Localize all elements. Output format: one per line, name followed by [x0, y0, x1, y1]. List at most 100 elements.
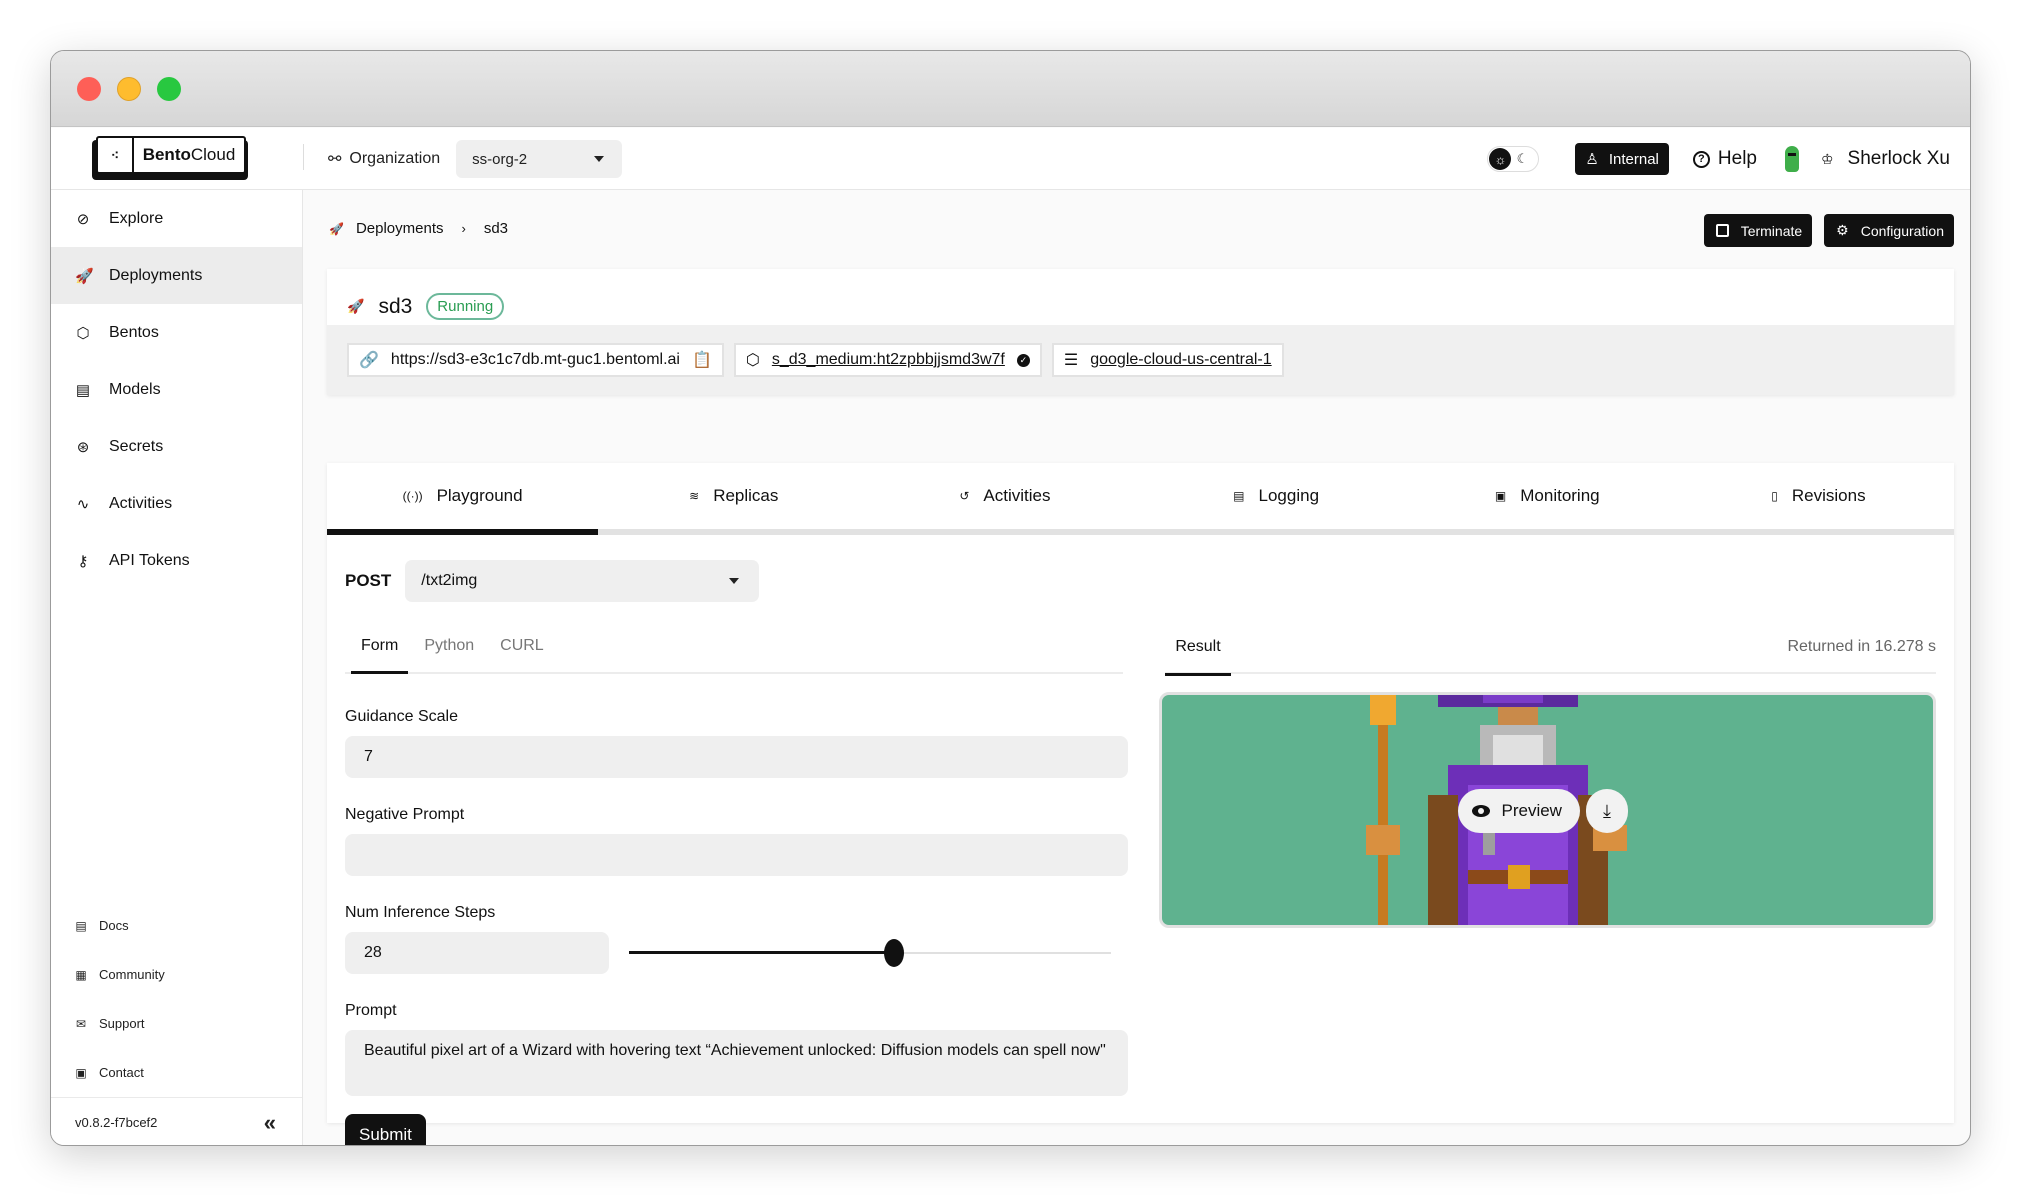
logo-text: Bento Cloud [134, 136, 246, 174]
sidebar-link-community[interactable]: ▦ Community [51, 950, 302, 999]
stop-icon [1715, 224, 1729, 237]
sidebar-link-docs[interactable]: ▤ Docs [51, 901, 302, 950]
broadcast-icon: ((·)) [402, 489, 423, 503]
bento-link[interactable]: s_d3_medium:ht2zpbbjjsmd3w7f [772, 351, 1005, 369]
download-button[interactable]: ⤓ [1585, 789, 1628, 833]
result-image[interactable]: Preview ⤓ [1159, 692, 1936, 928]
deployment-tabs: ((·)) Playground ≋ Replicas ↺ Activities ▤ Logg… [327, 463, 1954, 535]
organization-label: Organization [349, 150, 441, 167]
negative-prompt-input[interactable] [345, 834, 1128, 876]
sidebar-item-secrets[interactable]: ⊛ Secrets [51, 418, 302, 475]
cluster-chip[interactable]: ☰ google-cloud-us-central-1 [1051, 343, 1284, 377]
sidebar-item-bentos[interactable]: ⬡ Bentos [51, 304, 302, 361]
guidance-scale-input[interactable]: 7 [345, 736, 1128, 778]
sidebar-item-explore[interactable]: ⊘ Explore [51, 190, 302, 247]
preview-button[interactable]: Preview [1457, 789, 1580, 833]
contact-icon: ▣ [75, 1065, 87, 1080]
endpoint-select[interactable]: /txt2img [405, 560, 760, 602]
input-tabs: Form Python CURL [345, 620, 1123, 674]
moon-icon[interactable]: ☾ [1511, 148, 1533, 170]
caret-down-icon [729, 578, 740, 584]
logo-mark-icon: ⁖ [96, 136, 134, 174]
sidebar-link-contact[interactable]: ▣ Contact [51, 1048, 302, 1097]
sidebar-item-activities[interactable]: ∿ Activities [51, 475, 302, 532]
sidebar-item-models[interactable]: ▤ Models [51, 361, 302, 418]
num-inference-steps-slider[interactable] [629, 939, 1111, 967]
input-tab-python[interactable]: Python [414, 620, 490, 672]
sidebar-item-deployments[interactable]: 🚀 Deployments [51, 247, 302, 304]
terminate-button[interactable]: Terminate [1703, 214, 1813, 247]
prompt-label: Prompt [345, 1002, 397, 1019]
tab-replicas[interactable]: ≋ Replicas [598, 463, 869, 529]
copy-icon[interactable]: 📋 [692, 350, 712, 370]
organization-icon: ⚯ [328, 151, 342, 168]
endpoint-value: /txt2img [421, 572, 478, 589]
document-icon: ▤ [75, 918, 87, 933]
sidebar-item-api-tokens[interactable]: ⚷ API Tokens [51, 532, 302, 589]
tab-playground[interactable]: ((·)) Playground [327, 463, 599, 535]
endpoint-url-chip[interactable]: 🔗 https://sd3-e3c1c7db.mt-guc1.bentoml.a… [347, 343, 724, 377]
bento-chip[interactable]: ⬡ s_d3_medium:ht2zpbbjjsmd3w7f ✓ [733, 343, 1042, 377]
num-inference-steps-input[interactable]: 28 [345, 932, 609, 974]
image-actions: Preview ⤓ [1457, 789, 1628, 833]
http-method: POST [345, 571, 392, 590]
tab-activities[interactable]: ↺ Activities [869, 463, 1140, 529]
user-name: Sherlock Xu [1847, 148, 1950, 169]
input-tab-form[interactable]: Form [351, 620, 414, 674]
breadcrumb-deployments[interactable]: Deployments [356, 220, 444, 237]
version-label: v0.8.2-f7bcef2 [75, 1115, 158, 1130]
slider-thumb[interactable] [884, 939, 905, 967]
deployment-name: sd3 [378, 294, 413, 318]
tab-revisions[interactable]: ▯ Revisions [1683, 463, 1954, 529]
result-tab[interactable]: Result [1165, 620, 1231, 676]
tab-monitoring[interactable]: ▣ Monitoring [1412, 463, 1683, 529]
deployment-meta: 🔗 https://sd3-e3c1c7db.mt-guc1.bentoml.a… [327, 325, 1954, 395]
server-icon: ☰ [1063, 352, 1079, 369]
sidebar-item-label: Secrets [109, 437, 164, 455]
log-icon: ▤ [1233, 489, 1245, 503]
gear-icon: ⚙ [1836, 222, 1849, 238]
organization-value: ss-org-2 [472, 150, 528, 168]
zoom-window-button[interactable] [157, 77, 181, 101]
verified-icon: ✓ [1016, 353, 1030, 367]
bentocloud-logo[interactable]: ⁖ Bento Cloud [92, 136, 248, 180]
avatar[interactable] [1784, 146, 1799, 172]
endpoint-url[interactable]: https://sd3-e3c1c7db.mt-guc1.bentoml.ai [391, 351, 680, 369]
sidebar-link-support[interactable]: ✉ Support [51, 999, 302, 1048]
tab-label: Playground [436, 486, 523, 505]
sidebar-link-label: Contact [99, 1065, 144, 1080]
playground-card: ((·)) Playground ≋ Replicas ↺ Activities ▤ Logg… [327, 463, 1954, 1145]
theme-toggle[interactable]: ☼ ☾ [1487, 146, 1540, 172]
sun-icon[interactable]: ☼ [1489, 148, 1512, 170]
negative-prompt-label: Negative Prompt [345, 806, 465, 823]
rocket-icon: 🚀 [347, 298, 365, 314]
key-icon: ⚷ [77, 552, 89, 570]
help-link[interactable]: ? Help [1692, 148, 1757, 170]
result-header: Result Returned in 16.278 s [1165, 620, 1936, 676]
collapse-sidebar-icon[interactable]: « [264, 1110, 276, 1136]
deployment-title: 🚀 sd3 Running [347, 293, 505, 320]
logo-text-regular: Cloud [190, 145, 236, 164]
title-bar [51, 51, 1970, 127]
configuration-button[interactable]: ⚙ Configuration [1824, 214, 1954, 247]
internal-button[interactable]: ♙ Internal [1575, 143, 1669, 175]
prompt-input[interactable]: Beautiful pixel art of a Wizard with hov… [345, 1030, 1128, 1096]
tab-logging[interactable]: ▤ Logging [1141, 463, 1412, 529]
close-window-button[interactable] [77, 77, 101, 101]
submit-button[interactable]: Submit [345, 1114, 426, 1145]
sidebar-item-label: Deployments [109, 266, 203, 284]
minimize-window-button[interactable] [117, 77, 141, 101]
pulse-icon: ∿ [76, 495, 90, 513]
cluster-link[interactable]: google-cloud-us-central-1 [1090, 351, 1271, 369]
request-form: Guidance Scale 7 Negative Prompt Num Inf… [345, 708, 1128, 1145]
organization-select[interactable]: ss-org-2 [456, 140, 623, 178]
deployment-summary-card: 🚀 sd3 Running 🔗 https://sd3-e3c1c7db.mt-… [327, 269, 1954, 395]
user-menu[interactable]: ♔ Sherlock Xu [1821, 148, 1950, 170]
sidebar-link-label: Docs [99, 918, 129, 933]
sidebar-footer: v0.8.2-f7bcef2 « [51, 1097, 302, 1145]
input-tab-curl[interactable]: CURL [490, 620, 560, 672]
rocket-icon: 🚀 [75, 267, 94, 285]
sidebar-link-label: Support [99, 1016, 145, 1031]
sidebar-item-label: API Tokens [109, 551, 190, 569]
tab-label: Logging [1258, 486, 1320, 505]
